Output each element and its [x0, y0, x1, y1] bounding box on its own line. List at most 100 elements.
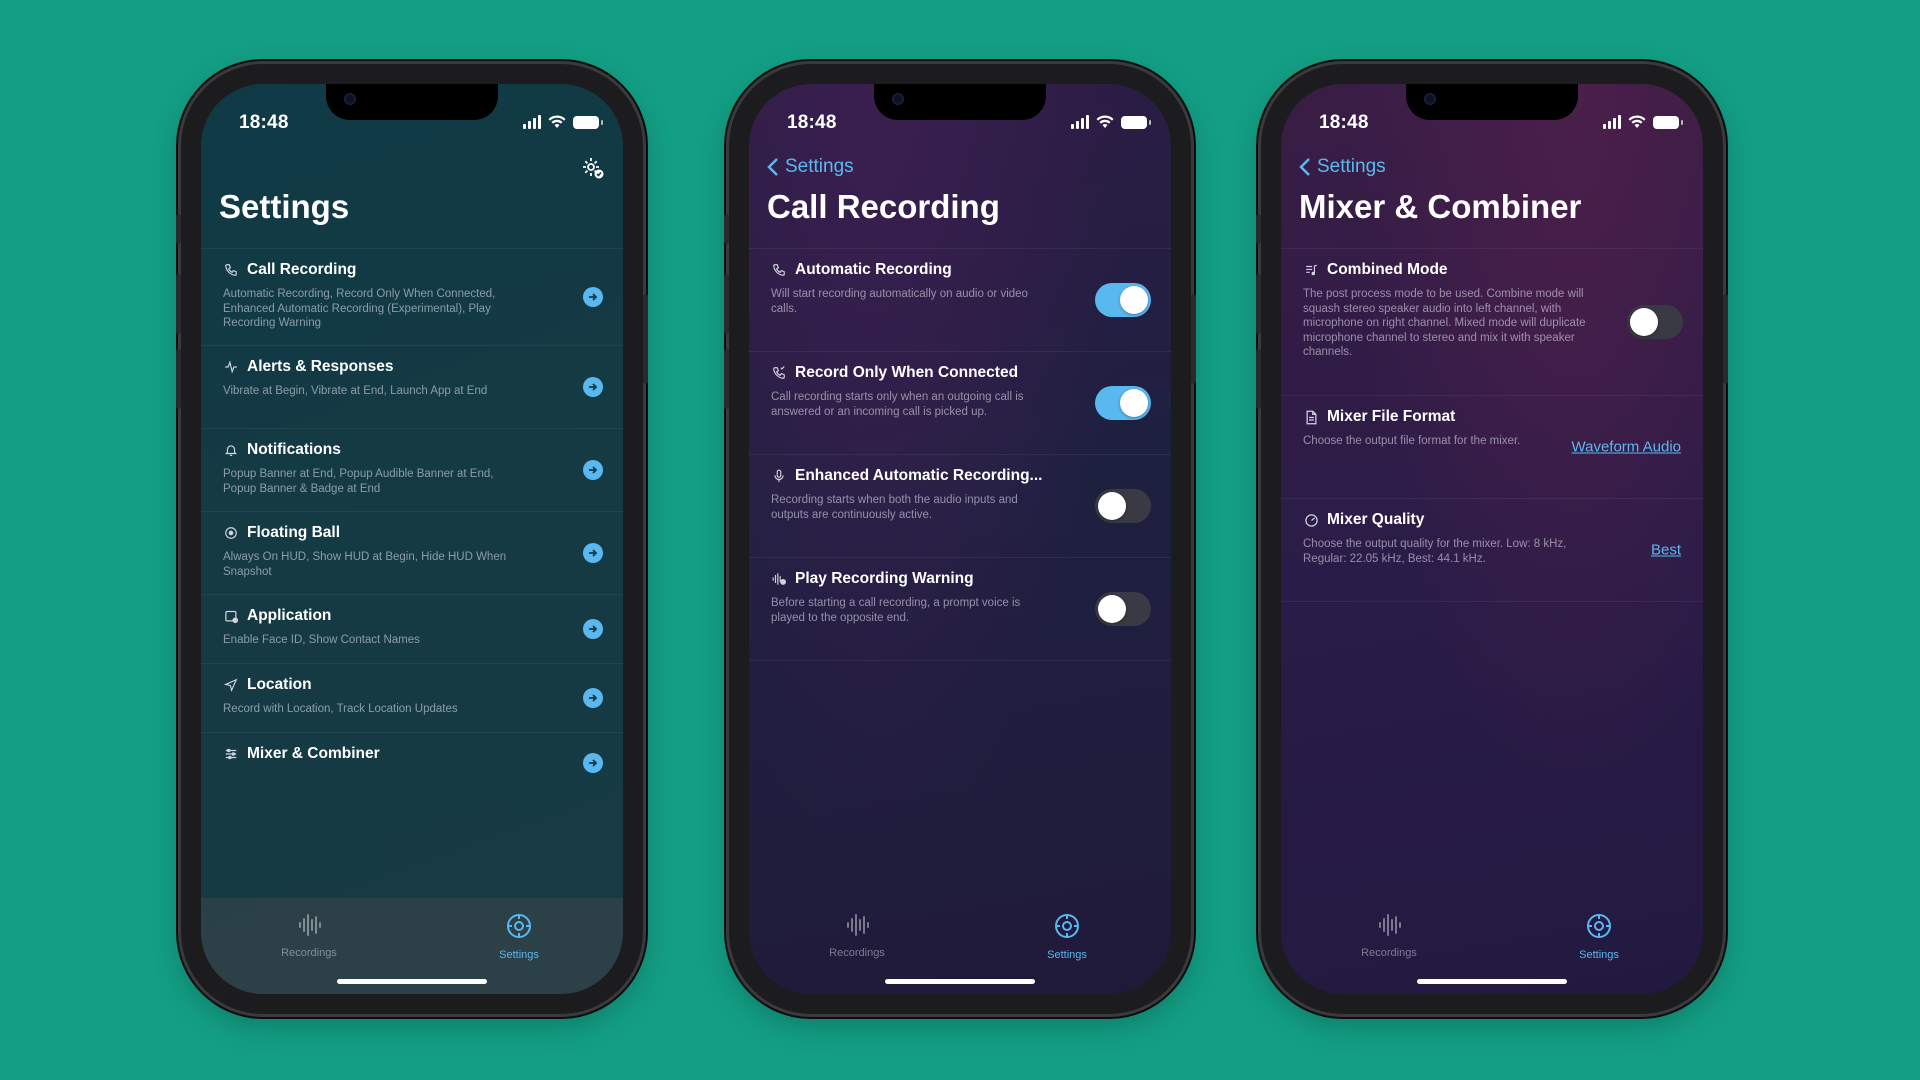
- waveform-icon: [299, 914, 321, 936]
- settings-row-application[interactable]: Application Enable Face ID, Show Contact…: [201, 594, 623, 663]
- row-description: Recording starts when both the audio inp…: [771, 494, 1018, 521]
- gear-check-icon[interactable]: [581, 156, 605, 180]
- pulse-icon: [223, 359, 239, 375]
- settings-row-notifications[interactable]: Notifications Popup Banner at End, Popup…: [201, 428, 623, 511]
- row-title: Mixer & Combiner: [247, 745, 380, 762]
- cellular-signal-icon: [1071, 115, 1089, 129]
- tab-settings[interactable]: Settings: [1549, 912, 1649, 961]
- screen: 18:48 Settings Mixer & Combiner Combined…: [1281, 84, 1703, 994]
- bell-icon: [223, 442, 239, 458]
- enhanced-automatic-recording-toggle[interactable]: [1095, 489, 1151, 523]
- settings-gear-icon: [1055, 914, 1079, 938]
- page-title: Call Recording: [767, 188, 1000, 225]
- settings-list: Call Recording Automatic Recording, Reco…: [201, 248, 623, 799]
- settings-row-alerts[interactable]: Alerts & Responses Vibrate at Begin, Vib…: [201, 345, 623, 428]
- microphone-icon: [771, 468, 787, 484]
- status-bar: 18:48: [1281, 112, 1703, 136]
- arrow-right-icon[interactable]: [583, 543, 603, 563]
- row-title: Play Recording Warning: [795, 570, 974, 587]
- row-title: Record Only When Connected: [795, 364, 1019, 381]
- row-title: Alerts & Responses: [247, 358, 394, 375]
- tab-label: Settings: [499, 949, 539, 961]
- row-description: Call recording starts only when an outgo…: [771, 391, 1024, 418]
- settings-row-mixer[interactable]: Mixer & Combiner: [201, 732, 623, 799]
- wifi-icon: [1628, 115, 1646, 128]
- file-format-link[interactable]: Waveform Audio: [1572, 439, 1682, 456]
- wifi-icon: [1096, 115, 1114, 128]
- tab-settings[interactable]: Settings: [469, 912, 569, 961]
- gauge-icon: [1303, 512, 1319, 528]
- status-time: 18:48: [239, 112, 289, 133]
- battery-icon: [1121, 115, 1151, 129]
- arrow-right-icon[interactable]: [583, 377, 603, 397]
- play-recording-warning-toggle[interactable]: [1095, 592, 1151, 626]
- status-time: 18:48: [1319, 112, 1369, 133]
- row-title: Enhanced Automatic Recording...: [795, 467, 1043, 484]
- document-icon: [1303, 409, 1319, 425]
- row-enhanced-automatic-recording: Enhanced Automatic Recording... Recordin…: [749, 454, 1171, 557]
- row-description: Choose the output quality for the mixer.…: [1303, 538, 1567, 565]
- phone-mixer-combiner: 18:48 Settings Mixer & Combiner Combined…: [1256, 64, 1728, 1014]
- tab-recordings[interactable]: Recordings: [807, 912, 907, 959]
- back-button[interactable]: Settings: [1299, 156, 1386, 178]
- settings-list: Combined Mode The post process mode to b…: [1281, 248, 1703, 602]
- home-indicator[interactable]: [885, 979, 1035, 984]
- tab-label: Recordings: [1361, 947, 1417, 959]
- row-description: Vibrate at Begin, Vibrate at End, Launch…: [223, 385, 488, 397]
- record-only-when-connected-toggle[interactable]: [1095, 386, 1151, 420]
- cellular-signal-icon: [523, 115, 541, 129]
- row-automatic-recording: Automatic Recording Will start recording…: [749, 248, 1171, 351]
- phone-settings: 18:48 Settings Call Recording Automatic …: [176, 64, 648, 1014]
- row-description: Will start recording automatically on au…: [771, 288, 1028, 315]
- row-title: Location: [247, 676, 312, 693]
- music-list-icon: [1303, 262, 1319, 278]
- tab-recordings[interactable]: Recordings: [259, 912, 359, 959]
- back-button[interactable]: Settings: [767, 156, 854, 178]
- status-bar: 18:48: [749, 112, 1171, 136]
- row-title: Automatic Recording: [795, 261, 952, 278]
- settings-row-floating-ball[interactable]: Floating Ball Always On HUD, Show HUD at…: [201, 511, 623, 594]
- row-description: Before starting a call recording, a prom…: [771, 597, 1021, 624]
- row-description: Enable Face ID, Show Contact Names: [223, 634, 420, 646]
- status-time: 18:48: [787, 112, 837, 133]
- phone-connected-icon: [771, 365, 787, 381]
- battery-icon: [1653, 115, 1683, 129]
- row-description: Popup Banner at End, Popup Audible Banne…: [223, 468, 494, 495]
- arrow-right-icon[interactable]: [583, 753, 603, 773]
- battery-icon: [573, 115, 603, 129]
- app-window-icon: [223, 608, 239, 624]
- arrow-right-icon[interactable]: [583, 460, 603, 480]
- row-combined-mode: Combined Mode The post process mode to b…: [1281, 248, 1703, 395]
- arrow-right-icon[interactable]: [583, 619, 603, 639]
- row-title: Mixer File Format: [1327, 408, 1456, 425]
- screen: 18:48 Settings Call Recording Automatic …: [749, 84, 1171, 994]
- target-icon: [223, 525, 239, 541]
- arrow-right-icon[interactable]: [583, 688, 603, 708]
- row-description: Record with Location, Track Location Upd…: [223, 703, 458, 715]
- combined-mode-toggle[interactable]: [1627, 305, 1683, 339]
- tab-settings[interactable]: Settings: [1017, 912, 1117, 961]
- quality-link[interactable]: Best: [1651, 542, 1681, 559]
- chevron-left-icon: [1299, 158, 1310, 176]
- row-record-only-when-connected: Record Only When Connected Call recordin…: [749, 351, 1171, 454]
- status-bar: 18:48: [201, 112, 623, 136]
- phone-icon: [771, 262, 787, 278]
- waveform-warning-icon: [771, 571, 787, 587]
- waveform-icon: [847, 914, 869, 936]
- phone-call-recording: 18:48 Settings Call Recording Automatic …: [724, 64, 1196, 1014]
- home-indicator[interactable]: [337, 979, 487, 984]
- chevron-left-icon: [767, 158, 778, 176]
- settings-list: Automatic Recording Will start recording…: [749, 248, 1171, 661]
- settings-row-location[interactable]: Location Record with Location, Track Loc…: [201, 663, 623, 732]
- automatic-recording-toggle[interactable]: [1095, 283, 1151, 317]
- row-description: Automatic Recording, Record Only When Co…: [223, 288, 496, 329]
- settings-row-call-recording[interactable]: Call Recording Automatic Recording, Reco…: [201, 248, 623, 345]
- row-title: Application: [247, 607, 332, 624]
- arrow-right-icon[interactable]: [583, 287, 603, 307]
- row-title: Floating Ball: [247, 524, 340, 541]
- row-description: Always On HUD, Show HUD at Begin, Hide H…: [223, 551, 507, 578]
- row-description: Choose the output file format for the mi…: [1303, 435, 1521, 447]
- home-indicator[interactable]: [1417, 979, 1567, 984]
- page-title: Mixer & Combiner: [1299, 188, 1582, 225]
- tab-recordings[interactable]: Recordings: [1339, 912, 1439, 959]
